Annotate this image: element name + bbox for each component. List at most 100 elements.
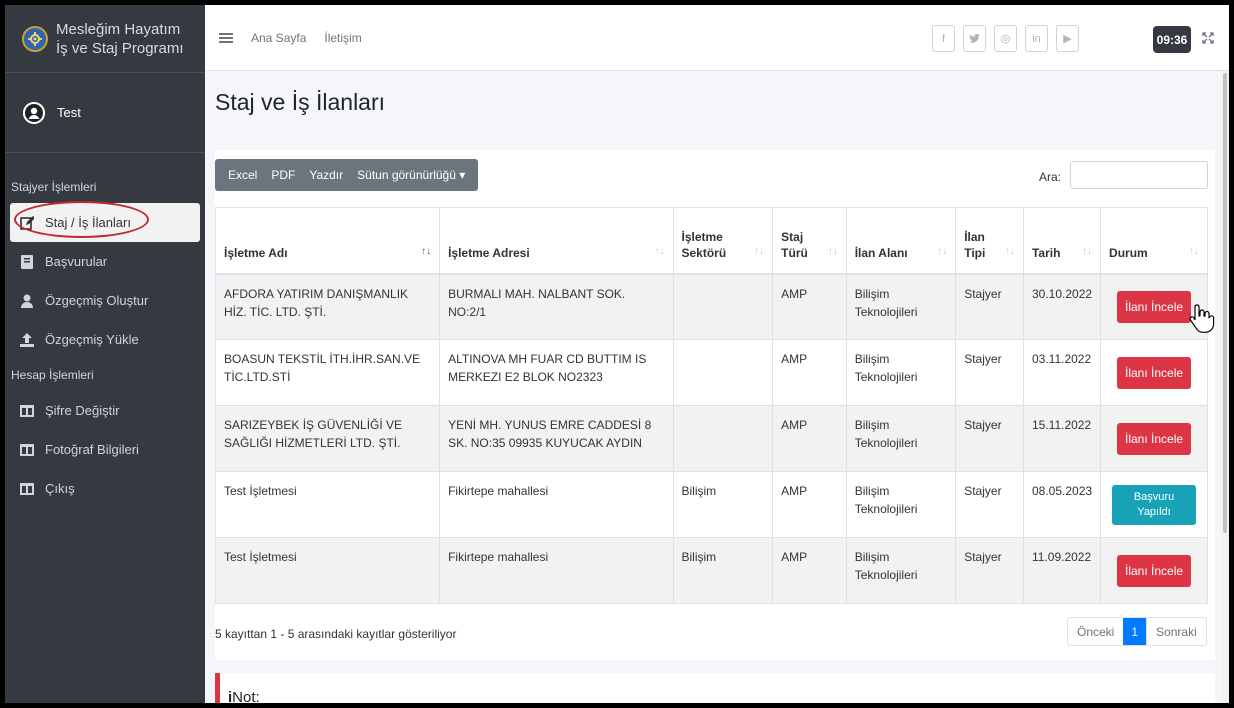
sidebar-item-label: Özgeçmiş Oluştur bbox=[45, 293, 149, 308]
sidebar-item-logout[interactable]: Çıkış bbox=[10, 469, 200, 508]
cell-type: AMP bbox=[772, 273, 847, 340]
sort-icon: ↑↓ bbox=[654, 245, 665, 257]
youtube-icon[interactable]: ▶ bbox=[1056, 25, 1079, 52]
col-header-status[interactable]: Durum ↑↓ bbox=[1100, 207, 1208, 275]
cell-company: AFDORA YATIRIM DANIŞMANLIK HİZ. TİC. LTD… bbox=[214, 273, 441, 340]
col-header-address[interactable]: İşletme Adresi ↑↓ bbox=[439, 207, 674, 275]
sort-asc-icon: ↑↓ bbox=[421, 245, 432, 257]
cell-area: Bilişim Teknolojileri bbox=[845, 339, 957, 406]
cell-company: BOASUN TEKSTİL İTH.İHR.SAN.VE TİC.LTD.ST… bbox=[214, 339, 441, 406]
brand-title-line2: İş ve Staj Programı bbox=[56, 39, 184, 57]
cell-kind: Stajyer bbox=[955, 339, 1024, 406]
table-row: AFDORA YATIRIM DANIŞMANLIK HİZ. TİC. LTD… bbox=[214, 273, 1208, 340]
cell-status: İlanı İncele bbox=[1100, 537, 1208, 604]
book-icon bbox=[20, 254, 34, 269]
sidebar-item-label: Çıkış bbox=[45, 481, 75, 496]
user-name: Test bbox=[57, 105, 81, 120]
note-label: Not: bbox=[232, 689, 260, 703]
sidebar-item-change-password[interactable]: Şifre Değiştir bbox=[10, 391, 200, 430]
sidebar-item-label: Staj / İş İlanları bbox=[45, 215, 131, 230]
listings-card: Excel PDF Yazdır Sütun görünürlüğü ▾ Ara… bbox=[214, 150, 1215, 660]
user-icon bbox=[20, 294, 34, 308]
cell-address: ALTINOVA MH FUAR CD BUTTIM IS MERKEZI E2… bbox=[439, 339, 674, 406]
sidebar-item-listings[interactable]: Staj / İş İlanları bbox=[10, 203, 200, 242]
cell-type: AMP bbox=[772, 471, 847, 538]
export-toolbar: Excel PDF Yazdır Sütun görünürlüğü ▾ bbox=[215, 159, 479, 191]
cell-address: BURMALI MAH. NALBANT SOK. NO:2/1 bbox=[439, 273, 674, 340]
review-listing-button[interactable]: İlanı İncele bbox=[1117, 554, 1192, 587]
user-avatar-icon bbox=[23, 101, 45, 124]
cell-status: Başvuru Yapıldı bbox=[1100, 471, 1208, 538]
nav-header-intern: Stajyer İşlemleri bbox=[11, 180, 97, 194]
cell-type: AMP bbox=[772, 339, 847, 406]
table-header-row: İşletme Adı ↑↓ İşletme Adresi ↑↓ İşletme S… bbox=[214, 207, 1208, 275]
table-icon bbox=[20, 482, 34, 496]
listings-table: İşletme Adı ↑↓ İşletme Adresi ↑↓ İşletme S… bbox=[214, 207, 1208, 604]
cell-company: Test İşletmesi bbox=[214, 471, 441, 538]
table-row: Test İşletmesi Fikirtepe mahallesi Biliş… bbox=[214, 537, 1208, 604]
review-listing-button[interactable]: İlanı İncele bbox=[1117, 422, 1192, 455]
brand[interactable]: Mesleğim Hayatım İş ve Staj Programı bbox=[5, 5, 205, 73]
sidebar-item-label: Şifre Değiştir bbox=[45, 403, 120, 418]
user-panel[interactable]: Test bbox=[5, 73, 205, 153]
sort-icon: ↑↓ bbox=[937, 245, 948, 257]
column-visibility-button[interactable]: Sütun görünürlüğü ▾ bbox=[350, 168, 472, 182]
hand-cursor-icon bbox=[1189, 303, 1215, 333]
col-header-internship-type[interactable]: Staj Türü ↑↓ bbox=[772, 207, 847, 275]
review-listing-button[interactable]: İlanı İncele bbox=[1117, 290, 1192, 323]
review-listing-button[interactable]: İlanı İncele bbox=[1117, 356, 1192, 389]
sidebar-item-create-cv[interactable]: Özgeçmiş Oluştur bbox=[10, 281, 200, 320]
sort-icon: ↑↓ bbox=[1004, 245, 1015, 257]
cell-date: 15.11.2022 bbox=[1022, 405, 1102, 472]
twitter-icon[interactable] bbox=[963, 25, 986, 52]
sort-icon: ↑↓ bbox=[1082, 245, 1093, 257]
page-1-button[interactable]: 1 bbox=[1123, 618, 1147, 645]
cell-area: Bilişim Teknolojileri bbox=[845, 471, 957, 538]
topbar: Ana Sayfa İletişim f ◎ in ▶ 09:36 bbox=[205, 5, 1229, 71]
cell-area: Bilişim Teknolojileri bbox=[845, 273, 957, 340]
nav-link-contact[interactable]: İletişim bbox=[324, 31, 361, 45]
app-window: Mesleğim Hayatım İş ve Staj Programı Tes… bbox=[5, 5, 1229, 703]
col-header-company[interactable]: İşletme Adı ↑↓ bbox=[214, 207, 441, 275]
col-header-listing-area[interactable]: İlan Alanı ↑↓ bbox=[845, 207, 957, 275]
cell-status: İlanı İncele bbox=[1100, 405, 1208, 472]
page-title: Staj ve İş İlanları bbox=[215, 89, 386, 115]
excel-button[interactable]: Excel bbox=[221, 168, 264, 182]
prev-page-button[interactable]: Önceki bbox=[1068, 618, 1123, 645]
sidebar-item-applications[interactable]: Başvurular bbox=[10, 242, 200, 281]
facebook-icon[interactable]: f bbox=[932, 25, 955, 52]
search-label: Ara: bbox=[1039, 170, 1062, 184]
table-info: 5 kayıttan 1 - 5 arasındaki kayıtlar gös… bbox=[215, 627, 457, 641]
table-icon bbox=[20, 404, 34, 418]
cell-status: İlanı İncele bbox=[1100, 339, 1208, 406]
fullscreen-icon[interactable] bbox=[1202, 31, 1214, 44]
sidebar-item-label: Başvurular bbox=[45, 254, 108, 269]
menu-toggle-icon[interactable] bbox=[219, 32, 233, 43]
table-row: SARIZEYBEK İŞ GÜVENLİĞİ VE SAĞLIĞI HİZME… bbox=[214, 405, 1208, 472]
cell-type: AMP bbox=[772, 405, 847, 472]
table-row: BOASUN TEKSTİL İTH.İHR.SAN.VE TİC.LTD.ST… bbox=[214, 339, 1208, 406]
col-header-sector[interactable]: İşletme Sektörü ↑↓ bbox=[672, 207, 774, 275]
cell-area: Bilişim Teknolojileri bbox=[845, 537, 957, 604]
pdf-button[interactable]: PDF bbox=[264, 168, 302, 182]
print-button[interactable]: Yazdır bbox=[302, 168, 350, 182]
sidebar: Mesleğim Hayatım İş ve Staj Programı Tes… bbox=[5, 5, 205, 703]
sidebar-item-upload-cv[interactable]: Özgeçmiş Yükle bbox=[10, 320, 200, 359]
edit-icon bbox=[20, 215, 34, 230]
cell-area: Bilişim Teknolojileri bbox=[845, 405, 957, 472]
next-page-button[interactable]: Sonraki bbox=[1146, 618, 1206, 645]
col-header-listing-type[interactable]: İlan Tipi ↑↓ bbox=[955, 207, 1024, 275]
scrollbar-thumb[interactable] bbox=[1223, 73, 1227, 533]
instagram-icon[interactable]: ◎ bbox=[994, 25, 1017, 52]
cell-sector bbox=[672, 273, 774, 340]
col-header-date[interactable]: Tarih ↑↓ bbox=[1022, 207, 1102, 275]
cell-sector: Bilişim bbox=[672, 471, 774, 538]
nav-link-home[interactable]: Ana Sayfa bbox=[251, 31, 306, 45]
nav-header-account: Hesap İşlemleri bbox=[11, 368, 94, 382]
search-input[interactable] bbox=[1070, 161, 1208, 189]
cell-address: Fikirtepe mahallesi bbox=[439, 537, 674, 604]
linkedin-icon[interactable]: in bbox=[1025, 25, 1048, 52]
application-done-button[interactable]: Başvuru Yapıldı bbox=[1112, 484, 1197, 525]
sidebar-item-photo-info[interactable]: Fotoğraf Bilgileri bbox=[10, 430, 200, 469]
note-box: iNot: bbox=[215, 673, 1215, 703]
